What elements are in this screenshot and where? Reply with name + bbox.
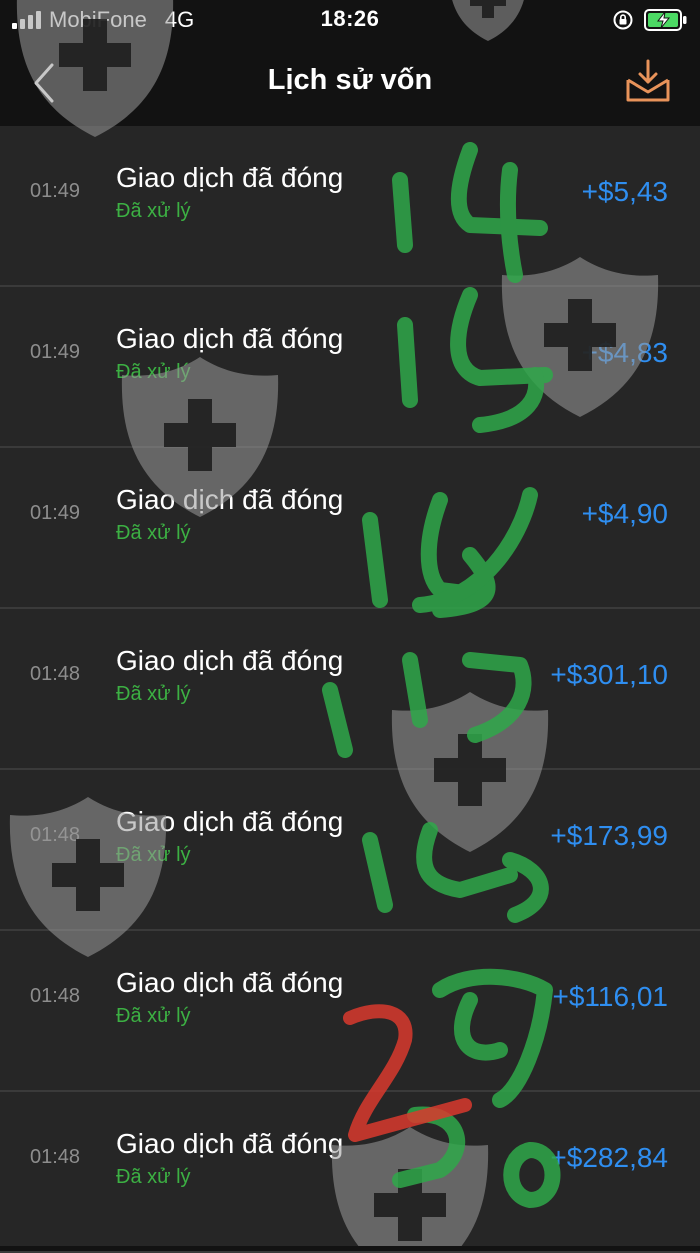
status-time: 18:26	[320, 6, 380, 31]
transaction-title: Giao dịch đã đóng	[116, 323, 344, 354]
transaction-amount: +$4,90	[581, 498, 668, 529]
rotation-lock-icon	[613, 10, 633, 30]
battery-charging-icon	[644, 9, 687, 31]
transaction-status: Đã xử lý	[116, 361, 191, 383]
status-bar: MobiFone 4G 18:26	[0, 0, 700, 40]
transaction-row[interactable]: 01:49 Giao dịch đã đóng Đã xử lý +$4,90	[0, 448, 700, 609]
download-button[interactable]	[622, 56, 674, 108]
page-title: Lịch sử vốn	[267, 64, 433, 96]
transaction-amount: +$5,43	[581, 176, 668, 207]
transaction-time: 01:48	[30, 663, 81, 685]
transaction-row[interactable]: 01:48 Giao dịch đã đóng Đã xử lý +$301,1…	[0, 609, 700, 770]
transaction-status: Đã xử lý	[116, 683, 191, 705]
transaction-row[interactable]: 01:49 Giao dịch đã đóng Đã xử lý +$5,43	[0, 126, 700, 287]
transaction-status: Đã xử lý	[116, 1005, 191, 1027]
transaction-status: Đã xử lý	[116, 522, 191, 544]
transaction-amount: +$116,01	[552, 981, 669, 1012]
transaction-title: Giao dịch đã đóng	[116, 967, 344, 998]
transaction-time: 01:48	[30, 1146, 81, 1168]
transaction-status: Đã xử lý	[116, 844, 191, 866]
transaction-title: Giao dịch đã đóng	[116, 1128, 344, 1159]
transaction-amount: +$282,84	[550, 1142, 668, 1173]
transaction-row[interactable]: 01:49 Giao dịch đã đóng Đã xử lý +$4,83	[0, 287, 700, 448]
inbox-download-icon	[626, 59, 670, 102]
transaction-title: Giao dịch đã đóng	[116, 162, 344, 193]
transaction-time: 01:49	[30, 180, 81, 202]
transaction-list: 01:49 Giao dịch đã đóng Đã xử lý +$5,43 …	[0, 126, 700, 1253]
nav-bar: Lịch sử vốn	[0, 40, 700, 126]
transaction-title: Giao dịch đã đóng	[116, 484, 344, 515]
transaction-amount: +$173,99	[550, 820, 668, 851]
transaction-time: 01:49	[30, 341, 81, 363]
transaction-row[interactable]: 01:48 Giao dịch đã đóng Đã xử lý +$282,8…	[0, 1092, 700, 1253]
transaction-time: 01:49	[30, 502, 81, 524]
transaction-amount: +$4,83	[581, 337, 668, 368]
transaction-status: Đã xử lý	[116, 1166, 191, 1188]
transaction-row[interactable]: 01:48 Giao dịch đã đóng Đã xử lý +$173,9…	[0, 770, 700, 931]
transaction-row[interactable]: 01:48 Giao dịch đã đóng Đã xử lý +$116,0…	[0, 931, 700, 1092]
transaction-title: Giao dịch đã đóng	[116, 645, 344, 676]
transaction-status: Đã xử lý	[116, 200, 191, 222]
transaction-time: 01:48	[30, 985, 81, 1007]
transaction-time: 01:48	[30, 824, 81, 846]
transaction-amount: +$301,10	[550, 659, 668, 690]
transaction-title: Giao dịch đã đóng	[116, 806, 344, 837]
status-right	[612, 6, 688, 34]
